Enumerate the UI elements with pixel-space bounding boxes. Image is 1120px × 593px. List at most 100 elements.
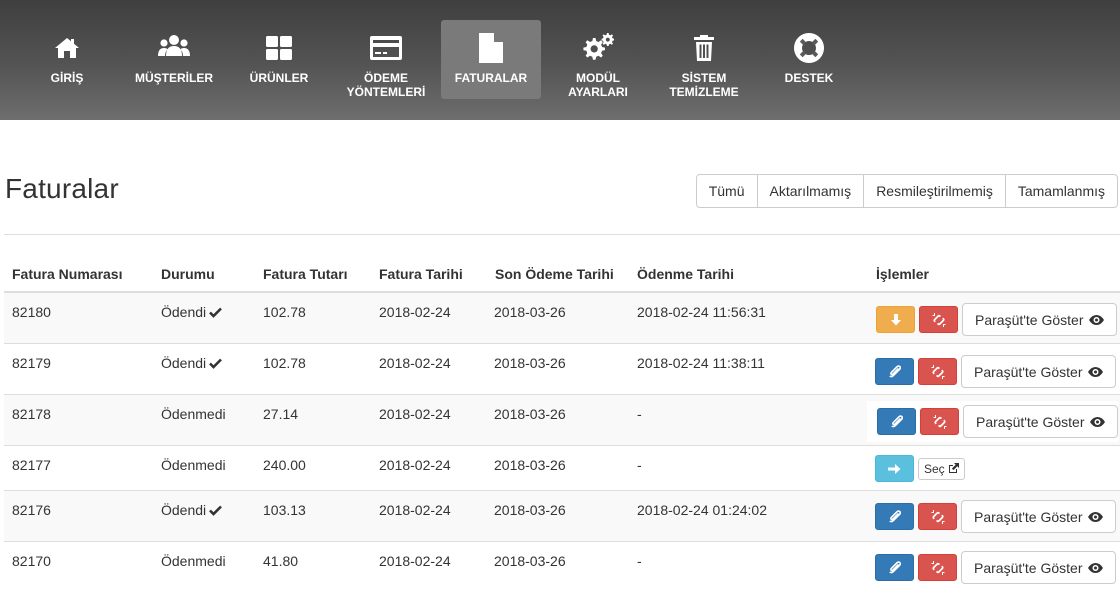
attach-button[interactable] xyxy=(877,408,916,435)
download-button[interactable] xyxy=(876,306,915,333)
table-row: 82180 Ödendi 102.78 2018-02-24 2018-03-2… xyxy=(4,293,1120,344)
show-button-label: Paraşüt'te Göster xyxy=(974,508,1083,525)
paid-date: - xyxy=(637,406,642,422)
nav-item-musteriler[interactable]: MÜŞTERİLER xyxy=(124,20,224,99)
invoice-number: 82176 xyxy=(12,502,51,518)
nav-item-odeme-yontemleri[interactable]: ÖDEME YÖNTEMLERİ xyxy=(336,20,436,99)
show-in-parasut-button[interactable]: Paraşüt'te Göster xyxy=(961,500,1116,533)
invoice-number: 82180 xyxy=(12,304,51,320)
select-button-label: Seç xyxy=(924,461,945,476)
due-date: 2018-03-26 xyxy=(494,553,566,569)
unlink-button[interactable] xyxy=(918,503,957,530)
nav-item-giris[interactable]: GİRİŞ xyxy=(17,20,117,99)
home-icon xyxy=(54,31,80,65)
eye-icon xyxy=(1088,314,1104,325)
nav-item-modul-ayarlari[interactable]: MODÜL AYARLARI xyxy=(548,20,648,99)
page-title: Faturalar xyxy=(5,173,119,204)
row-actions: Paraşüt'te Göster xyxy=(867,401,1118,442)
filter-not-transferred-button[interactable]: Aktarılmamış xyxy=(758,175,865,207)
attach-button[interactable] xyxy=(875,503,914,530)
filter-not-formalized-button[interactable]: Resmileştirilmemiş xyxy=(864,175,1006,207)
paperclip-icon xyxy=(890,415,903,428)
external-link-icon xyxy=(948,463,959,473)
show-button-label: Paraşüt'te Göster xyxy=(975,311,1084,328)
nav-label: GİRİŞ xyxy=(50,71,84,85)
nav-label: MÜŞTERİLER xyxy=(135,71,213,85)
due-date: 2018-03-26 xyxy=(494,502,566,518)
show-button-label: Paraşüt'te Göster xyxy=(976,413,1085,430)
filter-button-group: Tümü Aktarılmamış Resmileştirilmemiş Tam… xyxy=(695,174,1118,208)
status-text: Ödendi xyxy=(161,355,207,371)
eye-icon xyxy=(1087,366,1103,377)
transfer-button[interactable] xyxy=(875,455,914,482)
grid-icon xyxy=(266,31,292,65)
eye-icon xyxy=(1087,511,1103,522)
invoice-number: 82178 xyxy=(12,406,51,422)
column-header-actions: İşlemler xyxy=(876,266,929,282)
table-row: 82179 Ödendi 102.78 2018-02-24 2018-03-2… xyxy=(4,344,1120,395)
invoice-number: 82179 xyxy=(12,355,51,371)
invoice-date: 2018-02-24 xyxy=(379,502,451,518)
paid-date: 2018-02-24 01:24:02 xyxy=(637,502,767,518)
select-button[interactable]: Seç xyxy=(918,457,965,480)
column-header-status: Durumu xyxy=(161,266,215,282)
table-header: Fatura Numarası Durumu Fatura Tutarı Fat… xyxy=(4,235,1120,293)
gears-icon xyxy=(582,31,614,65)
nav-item-destek[interactable]: DESTEK xyxy=(759,20,859,99)
invoice-status: Ödendi xyxy=(161,304,223,321)
show-in-parasut-button[interactable]: Paraşüt'te Göster xyxy=(961,551,1116,584)
unlink-icon xyxy=(931,364,944,379)
show-button-label: Paraşüt'te Göster xyxy=(974,559,1083,576)
checkmark-icon xyxy=(209,305,223,321)
column-header-number: Fatura Numarası xyxy=(12,266,123,282)
nav-item-urunler[interactable]: ÜRÜNLER xyxy=(229,20,329,99)
paid-date: 2018-02-24 11:56:31 xyxy=(637,304,766,320)
invoice-status: Ödenmedi xyxy=(161,457,226,473)
status-text: Ödendi xyxy=(161,304,207,320)
top-navigation: GİRİŞ MÜŞTERİLER ÜRÜNLER ÖDEME YÖNTEMLER… xyxy=(0,0,1120,120)
filter-completed-button[interactable]: Tamamlanmış xyxy=(1006,175,1117,207)
invoice-number: 82170 xyxy=(12,553,51,569)
eye-icon xyxy=(1089,416,1105,427)
row-actions: Paraşüt'te Göster xyxy=(875,500,1116,533)
unlink-button[interactable] xyxy=(920,408,959,435)
table-row: 82177 Ödenmedi 240.00 2018-02-24 2018-03… xyxy=(4,446,1120,491)
show-in-parasut-button[interactable]: Paraşüt'te Göster xyxy=(961,355,1116,388)
unlink-button[interactable] xyxy=(919,306,958,333)
invoice-date: 2018-02-24 xyxy=(379,553,451,569)
unlink-icon xyxy=(932,312,945,327)
nav-item-faturalar[interactable]: FATURALAR xyxy=(441,20,541,99)
paid-date: - xyxy=(637,457,642,473)
row-actions: Seç xyxy=(875,455,965,482)
lifebuoy-icon xyxy=(794,31,824,65)
unlink-button[interactable] xyxy=(918,358,957,385)
arrow-right-icon xyxy=(888,463,901,474)
show-in-parasut-button[interactable]: Paraşüt'te Göster xyxy=(963,405,1118,438)
invoice-status: Ödendi xyxy=(161,355,223,372)
invoice-amount: 102.78 xyxy=(263,304,306,320)
nav-item-sistem-temizleme[interactable]: SİSTEM TEMİZLEME xyxy=(654,20,754,99)
unlink-icon xyxy=(931,560,944,575)
filter-all-button[interactable]: Tümü xyxy=(697,175,758,207)
invoices-table: Fatura Numarası Durumu Fatura Tutarı Fat… xyxy=(4,234,1120,593)
credit-card-icon xyxy=(370,31,402,65)
table-row: 82170 Ödenmedi 41.80 2018-02-24 2018-03-… xyxy=(4,542,1120,593)
trash-icon xyxy=(693,31,715,65)
unlink-button[interactable] xyxy=(918,554,957,581)
nav-label: ÜRÜNLER xyxy=(249,71,309,85)
eye-icon xyxy=(1087,562,1103,573)
invoice-status: Ödendi xyxy=(161,502,223,519)
attach-button[interactable] xyxy=(875,358,914,385)
show-in-parasut-button[interactable]: Paraşüt'te Göster xyxy=(962,303,1117,336)
invoice-date: 2018-02-24 xyxy=(379,355,451,371)
invoice-amount: 240.00 xyxy=(263,457,306,473)
paperclip-icon xyxy=(888,365,901,378)
invoice-number: 82177 xyxy=(12,457,51,473)
attach-button[interactable] xyxy=(875,554,914,581)
due-date: 2018-03-26 xyxy=(494,355,566,371)
table-row: 82176 Ödendi 103.13 2018-02-24 2018-03-2… xyxy=(4,491,1120,542)
unlink-icon xyxy=(931,509,944,524)
due-date: 2018-03-26 xyxy=(494,457,566,473)
due-date: 2018-03-26 xyxy=(494,406,566,422)
invoice-status: Ödenmedi xyxy=(161,553,226,569)
